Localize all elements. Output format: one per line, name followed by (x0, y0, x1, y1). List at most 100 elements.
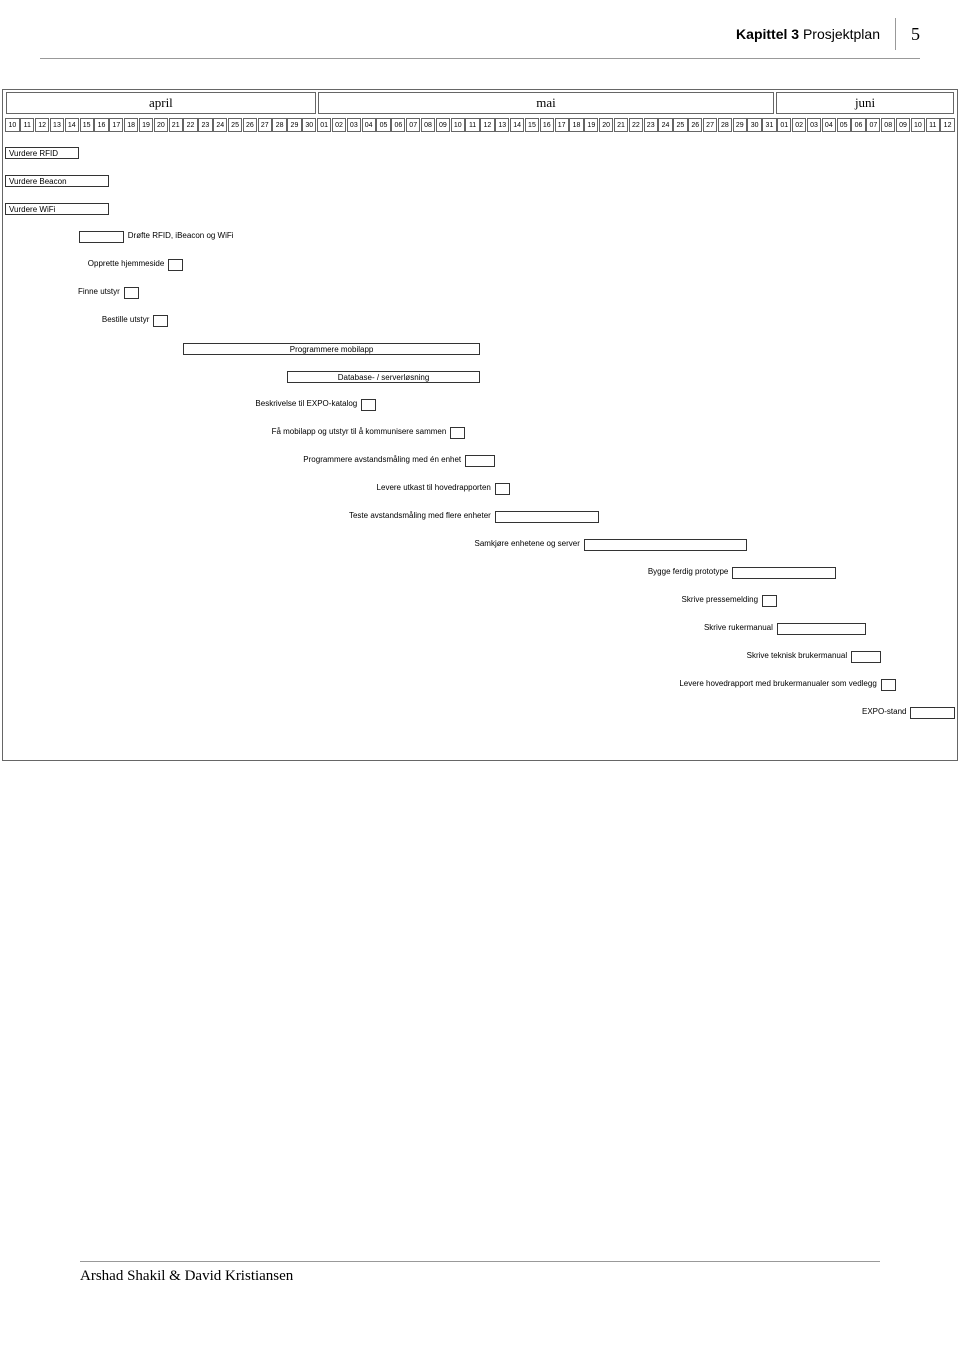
gantt-task-bar (495, 483, 510, 495)
gantt-task-bar (881, 679, 896, 691)
gantt-day-cell: 24 (213, 118, 227, 132)
footer-authors: Arshad Shakil & David Kristiansen (80, 1268, 880, 1285)
gantt-task-label: Samkjøre enhetene og server (475, 539, 580, 548)
gantt-day-cell: 19 (584, 118, 598, 132)
gantt-day-cell: 01 (777, 118, 791, 132)
gantt-day-cell: 14 (65, 118, 79, 132)
gantt-day-cell: 02 (792, 118, 806, 132)
gantt-task-label: Vurdere RFID (9, 149, 58, 158)
gantt-month-cell: juni (776, 92, 954, 114)
gantt-day-cell: 20 (599, 118, 613, 132)
page-header: Kapittel 3 Prosjektplan 5 (0, 0, 960, 58)
page-footer: Arshad Shakil & David Kristiansen (0, 1261, 960, 1325)
gantt-task-row: Få mobilapp og utstyr til å kommunisere … (5, 426, 955, 440)
gantt-task-label: Teste avstandsmåling med flere enheter (349, 511, 491, 520)
gantt-day-cell: 11 (20, 118, 34, 132)
gantt-task-bar (153, 315, 168, 327)
gantt-task-row: Programmere mobilapp (5, 342, 955, 356)
gantt-task-row: Vurdere RFID (5, 146, 955, 160)
gantt-day-cell: 25 (673, 118, 687, 132)
gantt-day-cell: 22 (183, 118, 197, 132)
gantt-month-cell: mai (318, 92, 774, 114)
chapter-label: Kapittel 3 Prosjektplan (736, 26, 880, 42)
gantt-task-row: Skrive teknisk brukermanual (5, 650, 955, 664)
gantt-task-bar (79, 231, 124, 243)
gantt-task-row: Bygge ferdig prototype (5, 566, 955, 580)
gantt-day-cell: 21 (614, 118, 628, 132)
gantt-day-cell: 20 (154, 118, 168, 132)
footer-rule (80, 1261, 880, 1262)
gantt-task-bar (762, 595, 777, 607)
gantt-task-bar (168, 259, 183, 271)
gantt-day-cell: 10 (911, 118, 925, 132)
header-divider (895, 18, 896, 50)
gantt-day-cell: 10 (5, 118, 19, 132)
gantt-task-bar (910, 707, 955, 719)
gantt-task-label: Få mobilapp og utstyr til å kommunisere … (272, 427, 447, 436)
gantt-day-cell: 12 (940, 118, 954, 132)
gantt-task-row: Vurdere Beacon (5, 174, 955, 188)
gantt-day-cell: 02 (332, 118, 346, 132)
gantt-task-label: Beskrivelse til EXPO-katalog (255, 399, 357, 408)
gantt-day-cell: 15 (525, 118, 539, 132)
gantt-day-cell: 21 (169, 118, 183, 132)
gantt-day-cell: 07 (866, 118, 880, 132)
gantt-day-cell: 11 (926, 118, 940, 132)
gantt-task-row: Drøfte RFID, iBeacon og WiFi (5, 230, 955, 244)
gantt-day-cell: 14 (510, 118, 524, 132)
gantt-task-label: Opprette hjemmeside (88, 259, 164, 268)
gantt-day-cell: 12 (480, 118, 494, 132)
gantt-task-bar: Database- / serverløsning (287, 371, 480, 383)
gantt-task-bar: Vurdere Beacon (5, 175, 109, 187)
gantt-day-cell: 23 (198, 118, 212, 132)
gantt-day-cell: 12 (35, 118, 49, 132)
chapter-number: Kapittel 3 (736, 26, 799, 42)
gantt-task-row: Opprette hjemmeside (5, 258, 955, 272)
gantt-day-cell: 16 (540, 118, 554, 132)
gantt-month-row: aprilmaijuni (5, 92, 955, 114)
gantt-day-cell: 01 (317, 118, 331, 132)
gantt-day-cell: 13 (50, 118, 64, 132)
gantt-day-cell: 05 (837, 118, 851, 132)
gantt-day-cell: 27 (703, 118, 717, 132)
gantt-task-bar: Vurdere RFID (5, 147, 79, 159)
gantt-day-cell: 10 (451, 118, 465, 132)
gantt-task-label: Bygge ferdig prototype (648, 567, 729, 576)
gantt-task-row: Bestille utstyr (5, 314, 955, 328)
gantt-day-cell: 06 (851, 118, 865, 132)
gantt-task-row: Levere utkast til hovedrapporten (5, 482, 955, 496)
gantt-day-cell: 23 (644, 118, 658, 132)
gantt-month-cell: april (6, 92, 316, 114)
gantt-task-row: Finne utstyr (5, 286, 955, 300)
gantt-day-cell: 07 (406, 118, 420, 132)
gantt-task-label: Levere utkast til hovedrapporten (377, 483, 491, 492)
gantt-day-cell: 09 (896, 118, 910, 132)
gantt-task-bar: Vurdere WiFi (5, 203, 109, 215)
gantt-task-bar (361, 399, 376, 411)
gantt-day-cell: 16 (94, 118, 108, 132)
gantt-task-label: EXPO-stand (862, 707, 906, 716)
gantt-task-row: Skrive rukermanual (5, 622, 955, 636)
gantt-task-label: Vurdere WiFi (9, 205, 55, 214)
gantt-day-cell: 04 (362, 118, 376, 132)
gantt-inner: aprilmaijuni 101112131415161718192021222… (5, 92, 955, 758)
gantt-chart: aprilmaijuni 101112131415161718192021222… (2, 89, 958, 761)
gantt-task-row: Teste avstandsmåling med flere enheter (5, 510, 955, 524)
gantt-day-cell: 24 (658, 118, 672, 132)
gantt-task-bar (732, 567, 836, 579)
gantt-day-cell: 29 (733, 118, 747, 132)
gantt-task-row: EXPO-stand (5, 706, 955, 720)
gantt-task-row: Samkjøre enhetene og server (5, 538, 955, 552)
gantt-day-cell: 03 (807, 118, 821, 132)
gantt-day-cell: 22 (629, 118, 643, 132)
gantt-task-label: Drøfte RFID, iBeacon og WiFi (128, 231, 234, 240)
gantt-task-bar (465, 455, 495, 467)
chapter-name: Prosjektplan (799, 26, 880, 42)
gantt-day-cell: 29 (287, 118, 301, 132)
gantt-task-label: Bestille utstyr (102, 315, 150, 324)
gantt-day-cell: 13 (495, 118, 509, 132)
gantt-task-label: Finne utstyr (78, 287, 120, 296)
gantt-task-row: Database- / serverløsning (5, 370, 955, 384)
gantt-task-label: Skrive rukermanual (704, 623, 773, 632)
gantt-day-cell: 04 (822, 118, 836, 132)
